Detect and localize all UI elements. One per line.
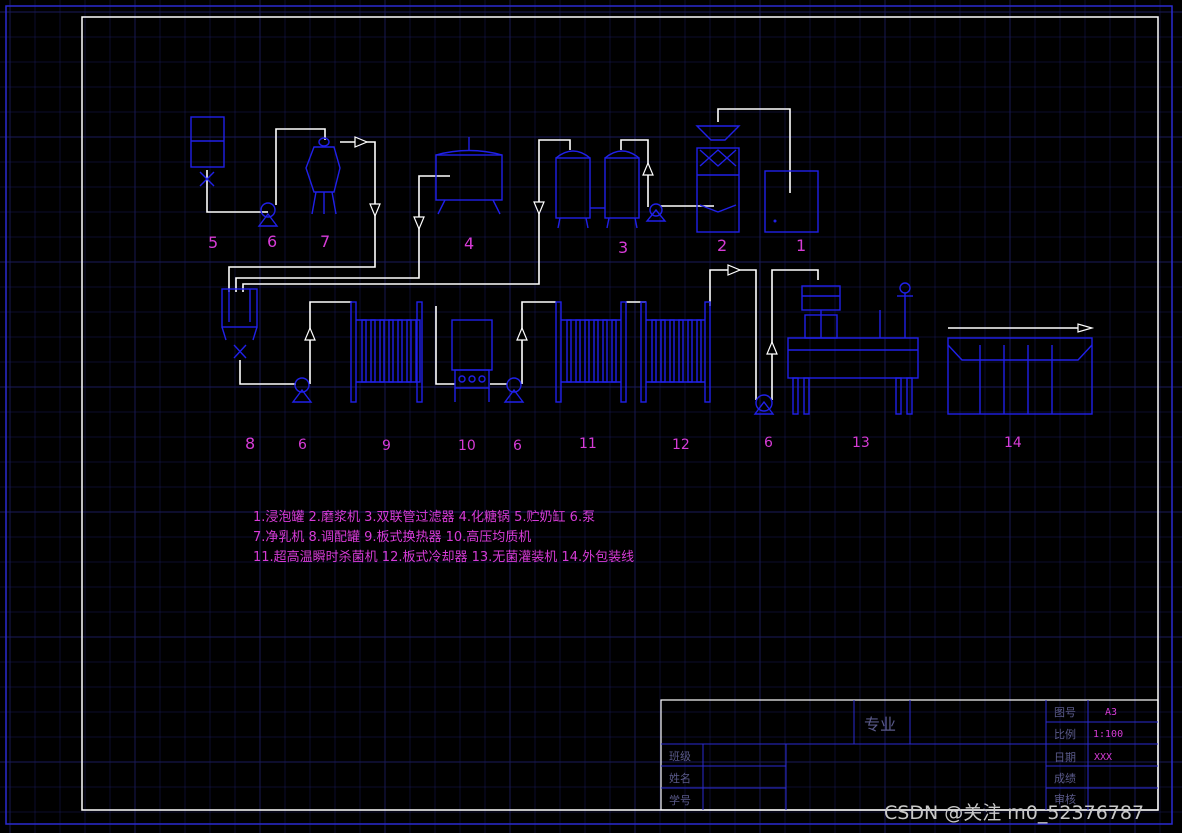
major-label: 专业 [864, 715, 896, 734]
label-6: 6 [764, 435, 773, 451]
label-4: 4 [464, 234, 474, 253]
pump-icon [753, 394, 775, 415]
label-11: 11 [579, 436, 597, 452]
pump-icon [291, 377, 313, 403]
scale-label: 比例 [1054, 727, 1076, 741]
label-6: 6 [267, 232, 277, 251]
duplex-filter [555, 150, 640, 229]
label-9: 9 [382, 438, 391, 454]
label-14: 14 [1004, 435, 1022, 451]
flow-arrows [304, 136, 1095, 355]
label-6: 6 [298, 437, 307, 453]
label-13: 13 [852, 435, 870, 451]
equipment-numbers: 1 2 3 4 5 6 7 8 6 9 10 6 11 12 6 13 14 [208, 232, 1022, 454]
date-label: 日期 [1054, 751, 1076, 764]
label-8: 8 [245, 434, 255, 453]
high-pressure-homogenizer [451, 319, 493, 402]
legend-line-2: 7.净乳机 8.调配罐 9.板式换热器 10.高压均质机 [253, 529, 531, 545]
aseptic-filling-machine [787, 282, 919, 415]
label-5: 5 [208, 233, 218, 252]
label-1: 1 [796, 236, 806, 255]
title-block: 专业 图号 A3 比例 1:100 日期 XXX 成绩 审核 班级 姓名 学号 [660, 699, 1159, 811]
scale-value: 1:100 [1093, 729, 1123, 740]
label-2: 2 [717, 236, 727, 255]
blending-tank [221, 288, 258, 359]
pipelines [206, 108, 1088, 400]
background-grid [0, 0, 1182, 833]
grinder [695, 125, 741, 233]
drawing-no-label: 图号 [1054, 706, 1076, 719]
flow-diagram: 1 2 3 4 5 6 7 8 6 9 10 6 11 12 6 13 14 1… [0, 0, 1182, 833]
label-3: 3 [618, 238, 628, 257]
score-label: 成绩 [1054, 772, 1076, 785]
legend-line-1: 1.浸泡罐 2.磨浆机 3.双联管过滤器 4.化糖锅 5.贮奶缸 6.泵 [253, 509, 595, 525]
drawing-no-value: A3 [1105, 707, 1117, 718]
label-7: 7 [320, 232, 330, 251]
legend-line-3: 11.超高温瞬时杀菌机 12.板式冷却器 13.无菌灌装机 14.外包装线 [253, 549, 634, 565]
label-12: 12 [672, 437, 690, 453]
csdn-watermark: CSDN @关注 m0_52376787 [884, 802, 1144, 824]
name-label: 姓名 [669, 771, 691, 785]
pump-icon [503, 377, 525, 403]
pump-icon [257, 202, 279, 227]
label-6: 6 [513, 438, 522, 454]
class-label: 班级 [669, 750, 691, 763]
label-10: 10 [458, 438, 476, 454]
student-id-label: 学号 [669, 793, 691, 807]
date-value: XXX [1094, 752, 1112, 763]
outer-border [5, 5, 1173, 825]
outer-packaging-line [947, 337, 1093, 415]
